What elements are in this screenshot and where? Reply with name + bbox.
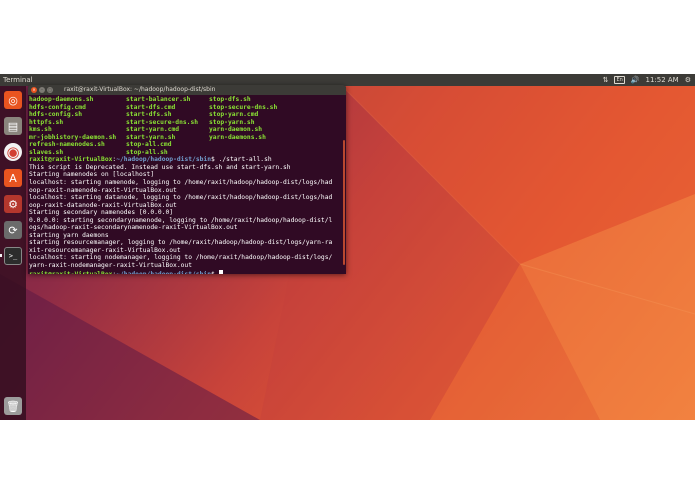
ls-row: hdfs-config.cmd start-dfs.cmd stop-secure-… (29, 104, 346, 112)
prompt-user: raxit@raxit-VirtualBox (29, 271, 112, 274)
terminal-titlebar[interactable]: × – □ raxit@raxit-VirtualBox: ~/hadoop/h… (28, 85, 346, 95)
prompt-line: raxit@raxit-VirtualBox:~/hadoop/hadoop-d… (29, 156, 346, 164)
ls-row: kms.sh start-yarn.cmd yarn-daemon.sh (29, 126, 346, 134)
ls-row: hdfs-config.sh start-dfs.sh stop-yarn.cmd (29, 111, 346, 119)
ls-file: hdfs-config.sh (29, 111, 83, 119)
output-line: xit-resourcemanager-raxit-VirtualBox.out (29, 246, 181, 254)
clock[interactable]: 11:52 AM (645, 74, 678, 86)
ls-row: httpfs.sh start-secure-dns.sh stop-yarn.sh (29, 119, 346, 127)
output-line: yarn-raxit-nodemanager-raxit-VirtualBox.… (29, 262, 193, 270)
cursor (218, 269, 223, 274)
terminal-scrollbar[interactable] (343, 140, 345, 265)
minimize-icon[interactable]: – (39, 87, 45, 93)
output-line: localhost: starting nodemanager, logging… (29, 254, 333, 262)
chrome-icon: ◉ (4, 143, 22, 161)
network-icon[interactable]: ⇅ (603, 74, 609, 86)
ls-row: refresh-namenodes.sh stop-all.cmd (29, 141, 346, 149)
screen: Terminal ⇅ En 🔊 11:52 AM ⚙ ◎ ▤ ◉ A ⚙ ⟳ >_ 🗑 × –… (0, 74, 695, 420)
ls-file: stop-yarn.cmd (209, 111, 259, 119)
prompt-path: ~/hadoop/hadoop-dist/sbin (116, 156, 211, 164)
ls-file: stop-dfs.sh (209, 96, 251, 103)
prompt-path: ~/hadoop/hadoop-dist/sbin (116, 271, 211, 274)
ls-file: start-yarn.sh (126, 133, 176, 141)
output-line: Starting namenodes on [localhost] (29, 171, 155, 179)
ls-file: start-balancer.sh (126, 96, 191, 103)
launcher-files[interactable]: ▤ (2, 115, 24, 137)
launcher-ubuntu-dash[interactable]: ◎ (2, 89, 24, 111)
prompt-line: raxit@raxit-VirtualBox:~/hadoop/hadoop-d… (29, 269, 346, 274)
terminal-window[interactable]: × – □ raxit@raxit-VirtualBox: ~/hadoop/h… (28, 85, 346, 274)
terminal-title: raxit@raxit-VirtualBox: ~/hadoop/hadoop-… (64, 86, 216, 93)
settings-icon: ⚙ (4, 195, 22, 213)
launcher-chrome[interactable]: ◉ (2, 141, 24, 163)
output-line: oop-raxit-datanode-raxit-VirtualBox.out (29, 201, 177, 209)
prompt-user: raxit@raxit-VirtualBox (29, 156, 113, 164)
files-icon: ▤ (4, 117, 22, 135)
terminal-output[interactable]: hadoop-daemons.sh start-balancer.sh stop-d… (28, 95, 346, 274)
command-text: ./start-all.sh (214, 156, 272, 164)
ls-file: kms.sh (29, 126, 52, 134)
launcher-software-updater[interactable]: ⟳ (2, 219, 24, 241)
ls-file: start-secure-dns.sh (126, 118, 199, 126)
launcher: ◎ ▤ ◉ A ⚙ ⟳ >_ 🗑 (0, 86, 26, 420)
running-indicator (0, 254, 2, 257)
ls-file: hdfs-config.cmd (29, 103, 86, 111)
keyboard-layout-indicator[interactable]: En (614, 76, 625, 84)
output-line: starting resourcemanager, logging to /ho… (29, 239, 333, 247)
ls-file: start-dfs.sh (126, 111, 172, 119)
ls-file: stop-secure-dns.sh (209, 103, 278, 111)
close-icon[interactable]: × (31, 87, 37, 93)
output-line: starting yarn daemons (29, 231, 109, 239)
ls-file: yarn-daemon.sh (209, 126, 263, 134)
trash-icon: 🗑 (4, 397, 22, 415)
output-line: 0.0.0.0: starting secondarynamenode, log… (29, 216, 333, 224)
system-menu-icon[interactable]: ⚙ (685, 74, 691, 86)
ls-file: hadoop-daemons.sh (29, 96, 94, 103)
ls-file: start-yarn.cmd (126, 126, 180, 134)
ls-file: mr-jobhistory-daemon.sh (29, 133, 117, 141)
ls-file: start-dfs.cmd (126, 103, 176, 111)
output-line: This script is Deprecated. Instead use s… (29, 163, 291, 171)
ls-file: httpfs.sh (29, 118, 64, 126)
ls-file: stop-yarn.sh (209, 118, 255, 126)
output-line: localhost: starting datanode, logging to… (29, 194, 333, 202)
indicator-area: ⇅ En 🔊 11:52 AM ⚙ (603, 74, 691, 86)
ubuntu-dash-icon: ◎ (4, 91, 22, 109)
output-line: oop-raxit-namenode-raxit-VirtualBox.out (29, 186, 177, 194)
software-center-icon: A (4, 169, 22, 187)
sound-icon[interactable]: 🔊 (631, 74, 640, 86)
ls-row: hadoop-daemons.sh start-balancer.sh stop-d… (29, 96, 346, 104)
output-line: localhost: starting namenode, logging to… (29, 179, 333, 187)
ls-file: stop-all.cmd (126, 141, 172, 149)
launcher-software-center[interactable]: A (2, 167, 24, 189)
ls-row: mr-jobhistory-daemon.sh start-yarn.sh yarn… (29, 134, 346, 142)
launcher-settings[interactable]: ⚙ (2, 193, 24, 215)
output-line: Starting secondary namenodes [0.0.0.0] (29, 209, 174, 217)
launcher-terminal[interactable]: >_ (0, 245, 24, 267)
ls-file: refresh-namenodes.sh (29, 141, 105, 149)
ls-file: yarn-daemons.sh (209, 133, 266, 141)
launcher-trash[interactable]: 🗑 (2, 395, 24, 417)
output-line: ogs/hadoop-raxit-secondarynamenode-raxit… (29, 224, 238, 232)
terminal-icon: >_ (4, 247, 22, 265)
ls-file (209, 141, 329, 149)
maximize-icon[interactable]: □ (47, 87, 53, 93)
software-updater-icon: ⟳ (4, 221, 22, 239)
